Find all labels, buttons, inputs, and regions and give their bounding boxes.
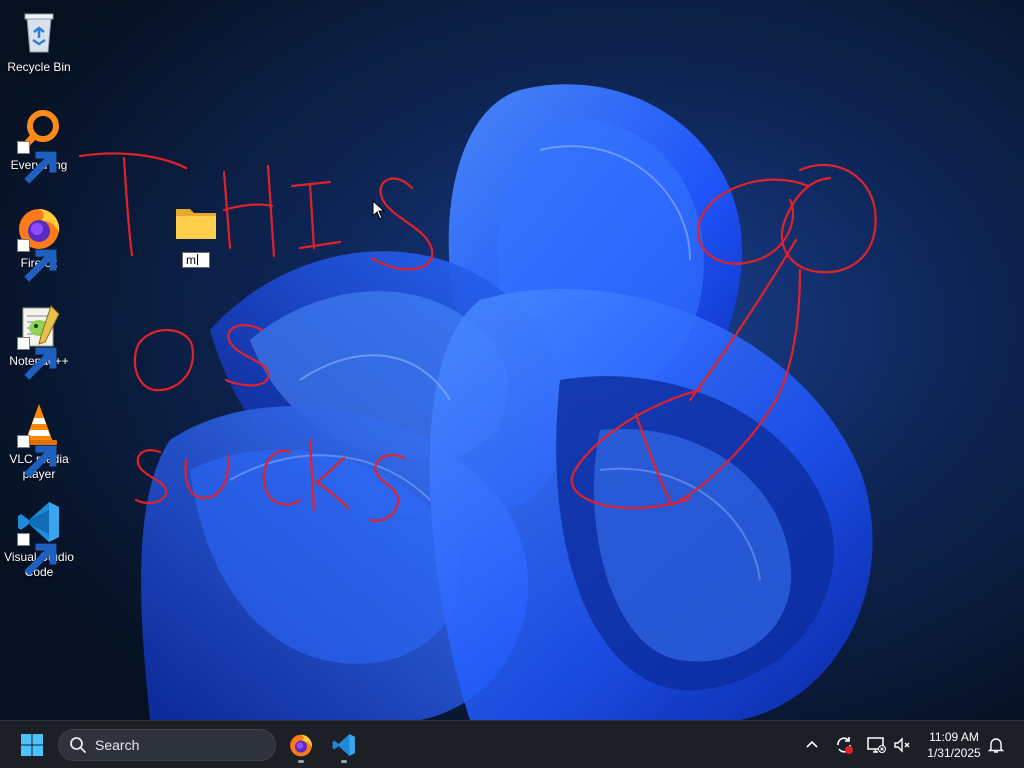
tray-volume-icon[interactable]	[890, 733, 914, 757]
taskbar-search[interactable]: Search	[58, 729, 276, 761]
desktop-icon-everything[interactable]: Everything	[2, 106, 76, 184]
notepad-plus-plus-icon	[15, 302, 63, 380]
shortcut-arrow-icon	[17, 141, 57, 184]
search-label: Search	[95, 737, 140, 753]
shortcut-arrow-icon	[17, 435, 57, 478]
taskbar: Search 11:09 AM 1/31/2025	[0, 720, 1024, 768]
search-icon	[70, 737, 86, 753]
clock-date: 1/31/2025	[927, 746, 981, 760]
tray-network-icon[interactable]	[864, 733, 888, 757]
taskbar-clock[interactable]: 11:09 AM 1/31/2025	[918, 729, 990, 761]
vscode-icon	[332, 734, 355, 756]
bell-icon	[987, 738, 1005, 753]
taskbar-app-vscode[interactable]	[326, 727, 362, 763]
show-hidden-icons-button[interactable]	[800, 733, 824, 757]
running-indicator	[341, 760, 347, 763]
mouse-cursor-icon	[372, 200, 386, 220]
folder-rename-input[interactable]: m	[182, 252, 210, 268]
shortcut-arrow-icon	[17, 337, 57, 380]
shortcut-arrow-icon	[17, 533, 57, 576]
vscode-icon	[15, 498, 63, 576]
recycle-bin-icon	[15, 8, 63, 56]
clock-time: 11:09 AM	[929, 730, 979, 744]
everything-search-icon	[15, 106, 63, 184]
tray-update-icon[interactable]	[832, 733, 856, 757]
running-indicator	[298, 760, 304, 763]
folder-icon	[176, 209, 216, 239]
desktop-icon-recycle-bin[interactable]: Recycle Bin	[2, 8, 76, 75]
notification-center-button[interactable]	[984, 733, 1008, 757]
desktop-icon-firefox[interactable]: Firefox	[2, 204, 76, 282]
chevron-up-icon	[806, 740, 818, 748]
network-disconnected-icon	[867, 737, 886, 753]
desktop-icon-vlc[interactable]: VLC media player	[2, 400, 76, 482]
taskbar-app-firefox[interactable]	[283, 727, 319, 763]
windows-logo-icon	[21, 734, 43, 756]
text-caret	[197, 254, 198, 265]
volume-muted-icon	[894, 737, 910, 753]
start-button[interactable]	[14, 729, 50, 761]
desktop-icon-vscode[interactable]: Visual Studio Code	[2, 498, 76, 580]
shortcut-arrow-icon	[17, 239, 57, 282]
sync-alert-icon	[837, 737, 853, 754]
desktop-new-folder[interactable]: m	[170, 205, 222, 269]
desktop-icon-label: Recycle Bin	[7, 60, 71, 74]
firefox-icon	[15, 204, 63, 282]
desktop-icon-notepad-plus-plus[interactable]: Notepad++	[2, 302, 76, 380]
vlc-cone-icon	[15, 400, 63, 478]
firefox-icon	[290, 734, 312, 757]
wallpaper-bloom	[0, 0, 1024, 720]
